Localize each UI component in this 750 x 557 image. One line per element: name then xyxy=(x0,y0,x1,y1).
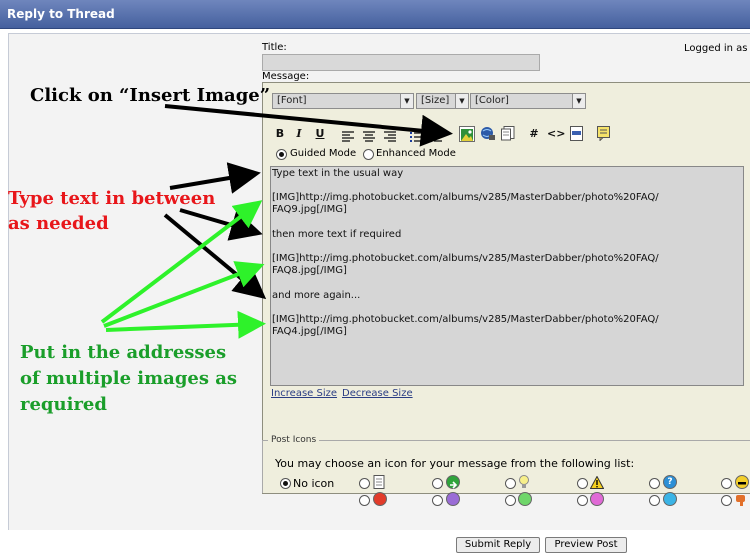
address-arrow-3 xyxy=(105,310,266,339)
address-arrow-2 xyxy=(103,261,265,328)
addresses-annotation-line1: Put in the addresses xyxy=(20,342,227,363)
type-text-annotation-line1: Type text in between xyxy=(8,188,216,209)
addresses-annotation-line3: required xyxy=(20,394,107,415)
type-text-arrow-1 xyxy=(169,162,261,194)
green-arrows xyxy=(100,200,266,339)
address-arrow-1 xyxy=(100,200,263,324)
insert-image-annotation: Click on “Insert Image” xyxy=(30,85,271,106)
insert-image-arrow xyxy=(164,104,453,147)
type-text-annotation-line2: as needed xyxy=(8,213,109,234)
annotation-arrows xyxy=(100,104,453,339)
addresses-annotation-line2: of multiple images as xyxy=(20,368,238,389)
